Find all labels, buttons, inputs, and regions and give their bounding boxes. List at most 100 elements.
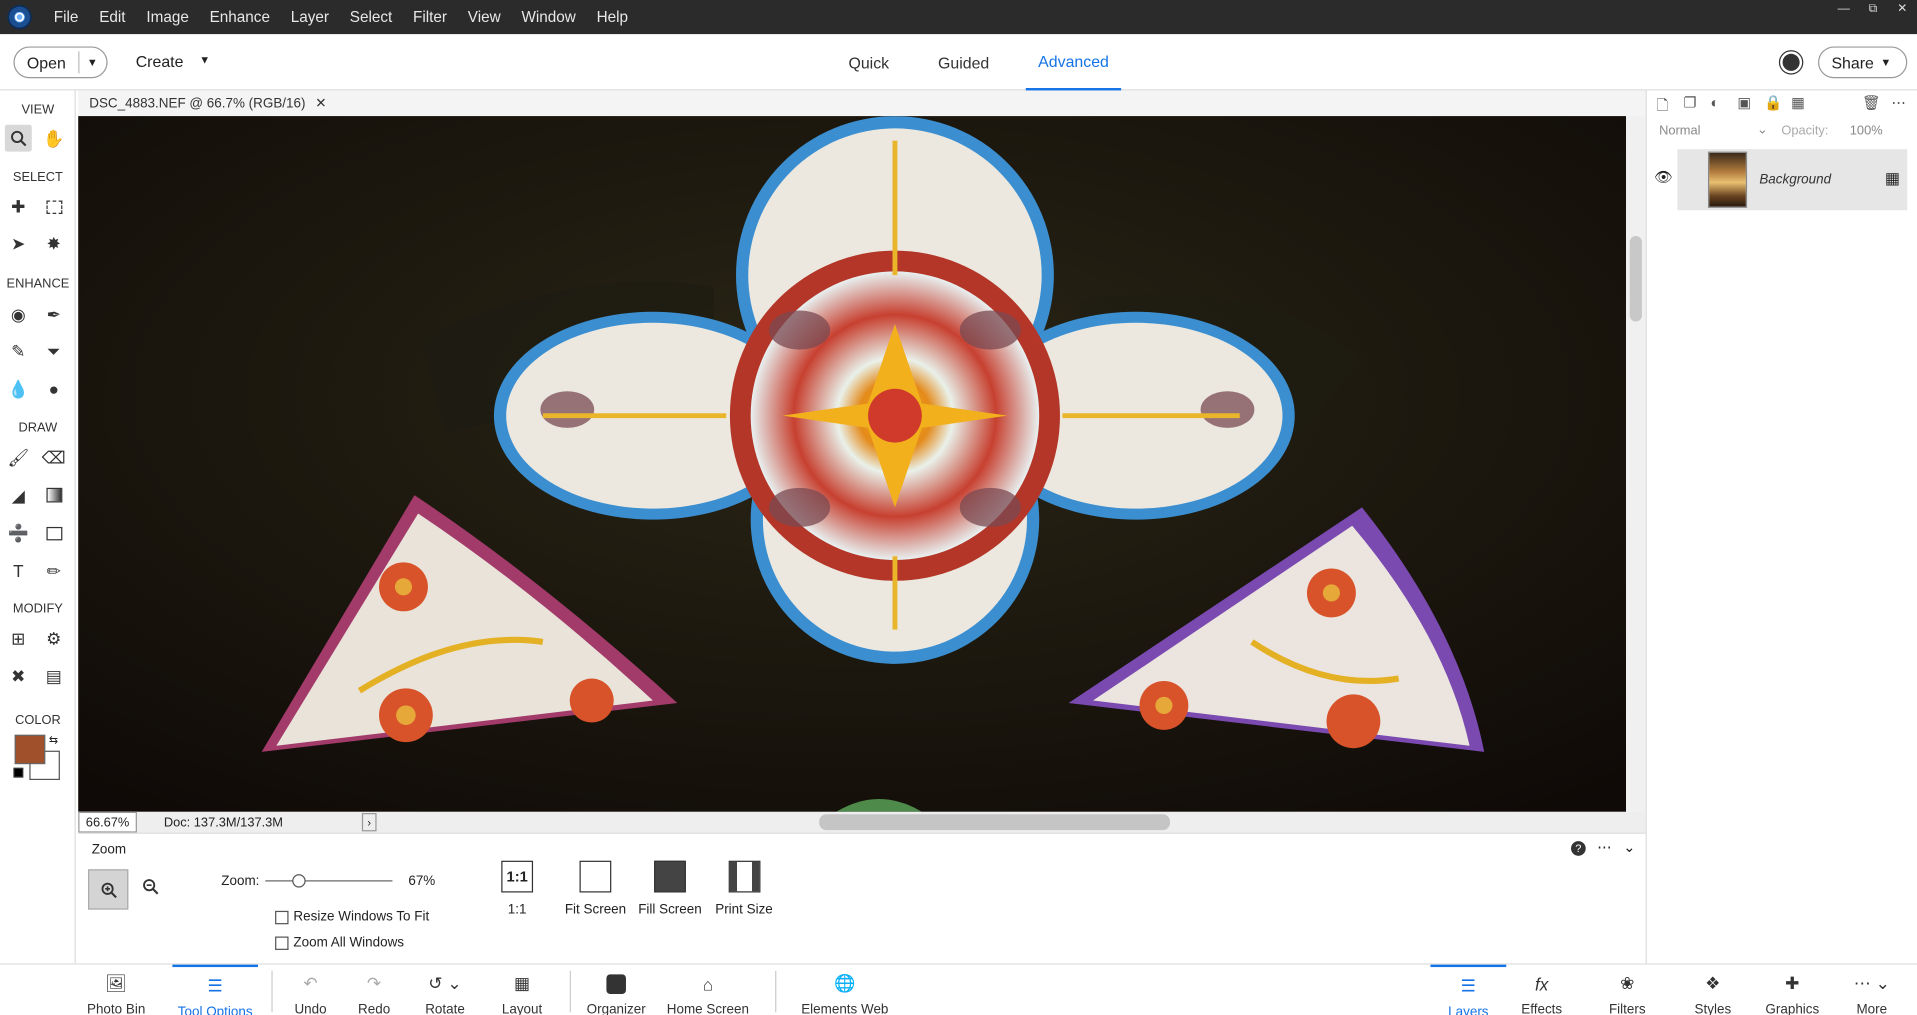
home-screen-button[interactable]: ⌂ Home Screen xyxy=(666,965,749,1015)
menu-select[interactable]: Select xyxy=(340,9,403,26)
hand-tool-icon[interactable]: ✋ xyxy=(40,125,67,152)
menu-image[interactable]: Image xyxy=(137,9,200,26)
share-button[interactable]: Share ▼ xyxy=(1818,46,1908,79)
content-aware-move-tool-icon[interactable]: ✖ xyxy=(5,663,32,690)
default-colors-icon[interactable] xyxy=(13,767,24,778)
rotate-button[interactable]: ↺ ⌄ Rotate xyxy=(418,965,472,1015)
spot-healing-tool-icon[interactable]: ✒ xyxy=(40,301,67,328)
tool-options-more-icon[interactable]: ⋯ xyxy=(1597,839,1612,856)
graphics-button[interactable]: ✚ Graphics xyxy=(1764,965,1820,1015)
gradient-tool-icon[interactable] xyxy=(40,482,67,509)
magic-wand-tool-icon[interactable]: ✸ xyxy=(40,230,67,257)
lock-layer-icon[interactable]: 🔒 xyxy=(1764,94,1782,111)
redo-button[interactable]: ↷ Redo xyxy=(352,965,396,1015)
tab-advanced[interactable]: Advanced xyxy=(1025,34,1122,91)
checkbox-box[interactable] xyxy=(275,910,289,924)
layer-visibility-eye-icon[interactable]: 👁 xyxy=(1654,169,1673,186)
menu-edit[interactable]: Edit xyxy=(89,9,136,26)
opacity-control[interactable]: Opacity: 100% xyxy=(1781,123,1882,138)
status-menu-arrow-icon[interactable]: › xyxy=(361,813,377,832)
new-group-icon[interactable]: ❐ xyxy=(1684,94,1697,111)
undo-button[interactable]: ↶ Undo xyxy=(289,965,333,1015)
elements-web-button[interactable]: 🌐 Elements Web xyxy=(801,965,889,1015)
adjustment-layer-icon[interactable]: ◐ xyxy=(1710,94,1719,111)
lock-transparency-icon[interactable]: ▦ xyxy=(1791,94,1805,111)
shape-tool-icon[interactable] xyxy=(40,520,67,547)
sponge-tool-icon[interactable]: ● xyxy=(40,375,67,402)
pencil-tool-icon[interactable]: ✏ xyxy=(40,558,67,585)
zoom-in-icon[interactable] xyxy=(88,869,129,910)
effects-button[interactable]: fx Effects xyxy=(1520,965,1564,1015)
red-eye-tool-icon[interactable]: ◉ xyxy=(5,301,32,328)
menu-window[interactable]: Window xyxy=(512,9,587,26)
new-layer-icon[interactable]: 🗋 xyxy=(1657,94,1669,120)
tool-options-button[interactable]: ☰ Tool Options xyxy=(172,964,258,1015)
menu-filter[interactable]: Filter xyxy=(403,9,458,26)
document-title: DSC_4883.NEF @ 66.7% (RGB/16) xyxy=(89,95,306,111)
collapse-options-icon[interactable]: ⌄ xyxy=(1623,839,1635,856)
zoom-tool-icon[interactable] xyxy=(4,124,32,152)
delete-layer-icon[interactable]: 🗑 xyxy=(1862,94,1881,111)
straighten-tool-icon[interactable]: ▤ xyxy=(40,663,67,690)
tab-guided[interactable]: Guided xyxy=(938,34,989,90)
open-button[interactable]: Open ▼ xyxy=(13,46,108,79)
move-tool-icon[interactable]: ✚ xyxy=(5,193,32,220)
zoom-slider-track[interactable] xyxy=(265,880,393,882)
layers-more-icon[interactable]: ⋯ xyxy=(1891,94,1906,111)
vertical-scrollbar[interactable] xyxy=(1626,116,1646,812)
restore-icon[interactable]: ⧉ xyxy=(1858,0,1887,17)
print-size-button[interactable]: Print Size xyxy=(715,860,773,917)
menu-view[interactable]: View xyxy=(458,9,512,26)
close-document-icon[interactable]: ✕ xyxy=(315,95,326,112)
resize-windows-checkbox[interactable]: Resize Windows To Fit xyxy=(275,910,429,924)
menu-layer[interactable]: Layer xyxy=(281,9,340,26)
blend-mode-select[interactable]: Normal ⌄ xyxy=(1659,122,1768,138)
menu-enhance[interactable]: Enhance xyxy=(200,9,281,26)
tab-quick[interactable]: Quick xyxy=(848,34,889,90)
zoom-slider-knob[interactable] xyxy=(292,874,306,888)
close-window-icon[interactable]: ✕ xyxy=(1888,0,1917,17)
layer-row-background[interactable]: Background ▦ xyxy=(1677,149,1908,211)
menu-help[interactable]: Help xyxy=(587,9,639,26)
eyedropper-tool-icon[interactable]: ➗ xyxy=(5,520,32,547)
fill-screen-button[interactable]: Fill Screen xyxy=(638,860,702,917)
marquee-tool-icon[interactable] xyxy=(40,193,67,220)
checkbox-box[interactable] xyxy=(275,935,289,950)
document-tab[interactable]: DSC_4883.NEF @ 66.7% (RGB/16) ✕ xyxy=(78,90,1646,117)
open-dropdown-icon[interactable]: ▼ xyxy=(78,51,105,74)
styles-button[interactable]: ❖ Styles xyxy=(1692,965,1734,1015)
zoom-percent-field[interactable]: 66.67% xyxy=(78,811,137,833)
image-canvas[interactable] xyxy=(78,116,1627,812)
clone-stamp-tool-icon[interactable]: ⏷ xyxy=(40,337,67,364)
one-to-one-button[interactable]: 1:1 1:1 xyxy=(501,860,534,917)
vertical-scroll-thumb[interactable] xyxy=(1629,235,1642,322)
type-tool-icon[interactable]: T xyxy=(5,558,32,585)
crop-tool-icon[interactable]: ⊞ xyxy=(5,625,32,652)
filters-button[interactable]: ❀ Filters xyxy=(1605,965,1649,1015)
layer-mask-icon[interactable]: ▣ xyxy=(1737,94,1751,111)
blur-tool-icon[interactable]: 💧 xyxy=(5,375,32,402)
menu-file[interactable]: File xyxy=(44,9,89,26)
zoom-all-windows-checkbox[interactable]: Zoom All Windows xyxy=(275,935,404,950)
minimize-icon[interactable]: — xyxy=(1829,0,1858,17)
horizontal-scroll-thumb[interactable] xyxy=(819,814,1171,831)
zoom-out-icon[interactable] xyxy=(142,878,159,900)
brush-tool-icon[interactable]: 🖌 xyxy=(5,444,32,471)
foreground-color-swatch[interactable] xyxy=(14,734,46,765)
layout-button[interactable]: ▦ Layout xyxy=(496,965,547,1015)
create-dropdown-icon[interactable]: ▼ xyxy=(199,54,210,66)
swap-colors-icon[interactable]: ⇆ xyxy=(49,734,58,747)
organizer-button[interactable]: Organizer xyxy=(584,965,648,1015)
layers-button[interactable]: ☰ Layers xyxy=(1430,964,1507,1015)
lasso-tool-icon[interactable]: ➤ xyxy=(5,230,32,257)
recompose-tool-icon[interactable]: ⚙ xyxy=(40,625,67,652)
smart-brush-tool-icon[interactable]: ✎ xyxy=(5,337,32,364)
photo-bin-button[interactable]: 🖼 Photo Bin xyxy=(86,965,147,1015)
fit-screen-button[interactable]: Fit Screen xyxy=(565,860,626,917)
theme-toggle-icon[interactable] xyxy=(1782,53,1800,71)
paint-bucket-tool-icon[interactable]: ◢ xyxy=(5,482,32,509)
more-button[interactable]: ⋯ ⌄ More xyxy=(1852,965,1891,1015)
create-button[interactable]: Create xyxy=(136,53,184,71)
eraser-tool-icon[interactable]: ⌫ xyxy=(40,444,67,471)
tool-options-help-icon[interactable]: ? ⋯ ⌄ xyxy=(1571,839,1636,856)
